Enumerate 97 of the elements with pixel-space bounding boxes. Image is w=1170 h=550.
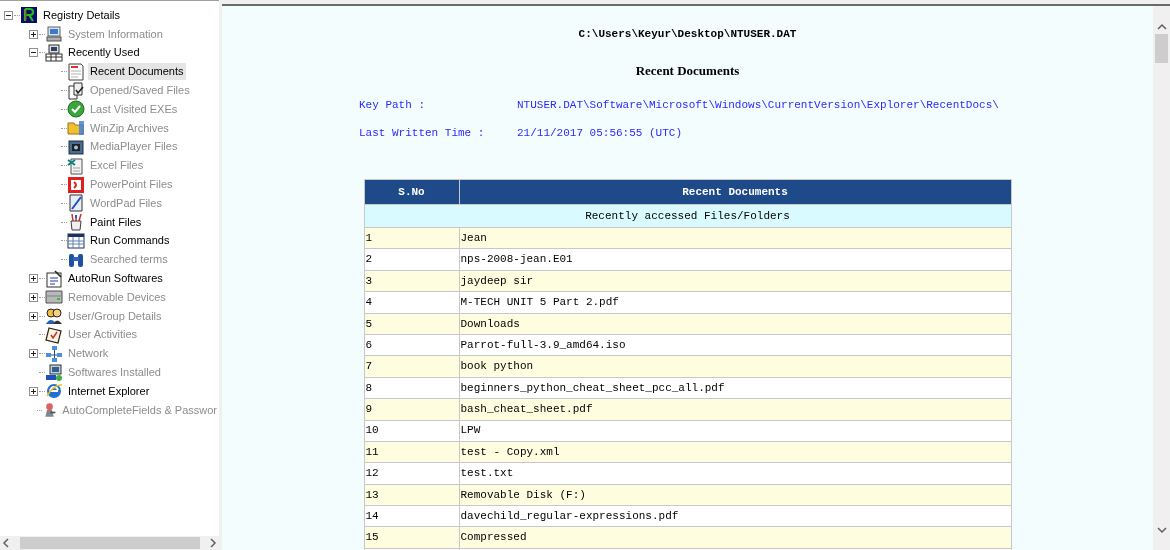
computer-icon bbox=[45, 44, 63, 62]
collapse-icon[interactable] bbox=[29, 48, 38, 58]
tree-item[interactable]: AutoRun Softwares bbox=[66, 270, 165, 288]
table-cell: 2 bbox=[364, 248, 459, 271]
table-cell: Downloads bbox=[459, 313, 1011, 335]
paint-brushes-icon bbox=[67, 213, 85, 232]
clipboard-icon bbox=[45, 269, 63, 288]
field-label: Last Written Time : bbox=[359, 125, 486, 141]
table-cell: 9 bbox=[364, 398, 459, 420]
scrollbar-thumb[interactable] bbox=[19, 537, 200, 549]
table-cell: nps-2008-jean.E01 bbox=[459, 248, 1011, 271]
table-cell: test.txt bbox=[459, 462, 1011, 485]
tree-item[interactable]: MediaPlayer Files bbox=[88, 138, 180, 156]
tree-item[interactable]: Run Commands bbox=[88, 232, 172, 250]
table-cell: 12 bbox=[364, 462, 459, 485]
tree-item[interactable]: Network bbox=[66, 345, 111, 363]
group-row: Recently accessed Files/Folders bbox=[364, 204, 1011, 228]
table-cell: 15 bbox=[364, 526, 459, 549]
table-cell: 1 bbox=[364, 227, 459, 249]
document-icon bbox=[67, 62, 85, 81]
app-logo-icon bbox=[20, 6, 38, 25]
collapse-icon[interactable] bbox=[4, 10, 13, 20]
table-cell: jaydeep sir bbox=[459, 270, 1011, 292]
tree-item[interactable]: Last Visited EXEs bbox=[88, 100, 180, 118]
vertical-scrollbar[interactable] bbox=[1153, 6, 1170, 550]
table-cell: Compressed bbox=[459, 526, 1011, 549]
table-cell: davechild_regular-expressions.pdf bbox=[459, 505, 1011, 527]
expand-icon[interactable] bbox=[29, 274, 38, 284]
tree-item[interactable]: WordPad Files bbox=[88, 194, 164, 212]
table-cell: Removable Disk (F:) bbox=[459, 484, 1011, 506]
tree-item[interactable]: Recent Documents bbox=[88, 63, 186, 81]
users-icon bbox=[45, 307, 63, 326]
horizontal-scrollbar[interactable] bbox=[0, 536, 219, 550]
report-title: Recent Documents bbox=[635, 61, 740, 80]
expand-icon[interactable] bbox=[29, 292, 38, 302]
scroll-up-icon[interactable] bbox=[1156, 23, 1167, 31]
table-cell: LPW bbox=[459, 420, 1011, 442]
tree-item[interactable]: PowerPoint Files bbox=[88, 176, 175, 194]
document-pen-icon bbox=[67, 194, 85, 213]
check-circle-icon bbox=[67, 100, 85, 119]
file-path: C:\Users\Keyur\Desktop\NTUSER.DAT bbox=[578, 27, 797, 42]
table-cell: 10 bbox=[364, 420, 459, 442]
computer-disc-icon bbox=[45, 363, 63, 382]
documents-icon bbox=[67, 81, 85, 100]
tree-item[interactable]: AutoCompleteFields & Passwor bbox=[60, 401, 219, 419]
table-cell: 7 bbox=[364, 355, 459, 378]
tree-item[interactable]: Removable Devices bbox=[66, 288, 168, 306]
folder-icon bbox=[67, 119, 85, 138]
table-cell: beginners_python_cheat_sheet_pcc_all.pdf bbox=[459, 377, 1011, 399]
person-key-icon bbox=[42, 401, 58, 420]
drive-icon bbox=[45, 288, 63, 307]
field-value: NTUSER.DAT\Software\Microsoft\Windows\CurrentVersion\Explorer\RecentDocs\ bbox=[517, 98, 999, 113]
presentation-icon bbox=[67, 175, 85, 194]
table-cell: 4 bbox=[364, 291, 459, 314]
tree-item[interactable]: Internet Explorer bbox=[66, 382, 152, 400]
expand-icon[interactable] bbox=[29, 29, 38, 39]
expand-icon[interactable] bbox=[29, 311, 38, 321]
scroll-down-icon[interactable] bbox=[1156, 526, 1167, 534]
tree-item[interactable]: User/Group Details bbox=[66, 307, 164, 325]
table-cell: 6 bbox=[364, 334, 459, 356]
clipboard-check-icon bbox=[45, 325, 63, 344]
computer-icon bbox=[45, 25, 63, 44]
tree-item[interactable]: Opened/Saved Files bbox=[88, 82, 192, 100]
scroll-right-icon[interactable] bbox=[209, 538, 217, 548]
field-value: 21/11/2017 05:56:55 (UTC) bbox=[517, 125, 683, 141]
table-cell: 11 bbox=[364, 441, 459, 463]
scrollbar-thumb[interactable] bbox=[1155, 34, 1168, 63]
tree-item[interactable]: Registry Details bbox=[41, 6, 123, 24]
tree-item[interactable]: Excel Files bbox=[88, 157, 146, 175]
table-cell: 3 bbox=[364, 270, 459, 292]
scroll-left-icon[interactable] bbox=[2, 538, 10, 548]
tree-item[interactable]: Recently Used bbox=[66, 44, 142, 62]
table-cell: Jean bbox=[459, 227, 1011, 249]
expand-icon[interactable] bbox=[29, 386, 38, 396]
tree-item[interactable]: Searched terms bbox=[88, 251, 170, 269]
table-cell: 14 bbox=[364, 505, 459, 527]
table-cell: M-TECH UNIT 5 Part 2.pdf bbox=[459, 291, 1011, 314]
expand-icon[interactable] bbox=[29, 349, 38, 359]
grid-window-icon bbox=[67, 231, 85, 250]
table-cell: test - Copy.xml bbox=[459, 441, 1011, 463]
column-header: S.No bbox=[364, 179, 459, 205]
table-cell: 8 bbox=[364, 377, 459, 399]
network-icon bbox=[45, 344, 63, 363]
browser-globe-icon bbox=[45, 382, 63, 401]
table-cell: 13 bbox=[364, 484, 459, 506]
tree-item[interactable]: Paint Files bbox=[88, 213, 144, 231]
column-header: Recent Documents bbox=[459, 179, 1011, 205]
media-player-icon bbox=[67, 137, 85, 156]
tree-item[interactable]: System Information bbox=[66, 25, 165, 43]
tree-item[interactable]: Softwares Installed bbox=[66, 364, 163, 382]
tree-item[interactable]: User Activities bbox=[66, 326, 140, 344]
tree-item[interactable]: WinZip Archives bbox=[88, 119, 171, 137]
field-label: Key Path : bbox=[359, 98, 426, 113]
table-cell: 5 bbox=[364, 313, 459, 335]
table-cell: bash_cheat_sheet.pdf bbox=[459, 398, 1011, 420]
table-cell: Parrot-full-3.9_amd64.iso bbox=[459, 334, 1011, 356]
table-cell: book python bbox=[459, 355, 1011, 378]
